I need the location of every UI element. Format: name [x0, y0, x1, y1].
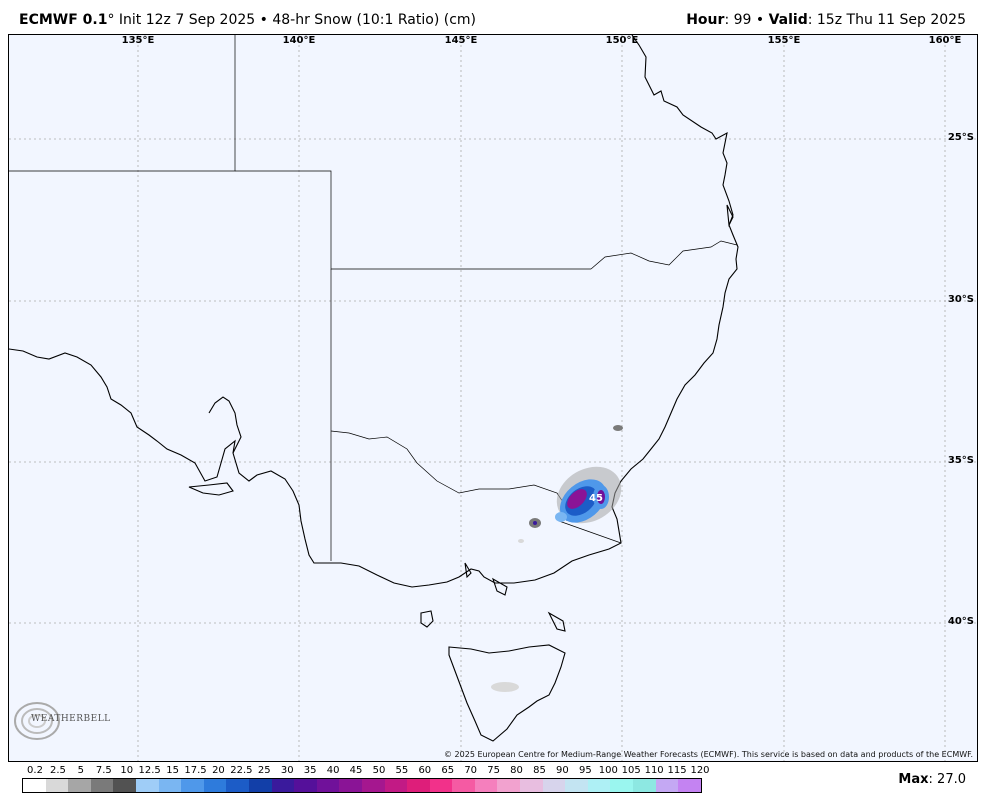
colorbar-swatch: [587, 779, 611, 792]
colorbar-swatch: [452, 779, 475, 792]
colorbar-label: 25: [257, 765, 271, 776]
lon-label-155: 155°E: [767, 35, 801, 46]
colorbar-swatch: [678, 779, 701, 792]
map-canvas: [9, 35, 977, 761]
coastline: [9, 35, 739, 742]
lat-label-30: 30°S: [947, 294, 974, 305]
ecmwf-credit: © 2025 European Centre for Medium-Range …: [444, 750, 973, 759]
colorbar-swatch: [520, 779, 543, 792]
colorbar-swatch: [655, 779, 679, 792]
colorbar-swatch: [248, 779, 272, 792]
lat-label-40: 40°S: [947, 616, 974, 627]
max-readout: Max: 27.0: [898, 772, 966, 787]
colorbar-swatch: [158, 779, 182, 792]
init-time: Init 12z 7 Sep 2025: [118, 12, 256, 28]
colorbar-label: 50: [372, 765, 386, 776]
colorbar-label: 10: [120, 765, 134, 776]
colorbar-label: 40: [326, 765, 340, 776]
weatherbell-logo: WEATHERBELL: [13, 699, 110, 747]
hour-value: : 99: [724, 12, 752, 28]
colorbar-label: 75: [487, 765, 500, 776]
colorbar-swatch: [271, 779, 295, 792]
colorbar-label: 7.5: [95, 765, 112, 776]
colorbar-swatch: [429, 779, 453, 792]
colorbar-swatch: [294, 779, 317, 792]
colorbar-label: 30: [280, 765, 294, 776]
map-panel: 135°E 140°E 145°E 150°E 155°E 160°E 25°S…: [8, 34, 978, 762]
colorbar-swatch: [497, 779, 521, 792]
lon-label-140: 140°E: [282, 35, 316, 46]
colorbar-swatch: [316, 779, 340, 792]
colorbar-label: 70: [464, 765, 478, 776]
colorbar-swatch: [565, 779, 588, 792]
colorbar-label: 115: [667, 765, 687, 776]
colorbar-swatch: [633, 779, 656, 792]
colorbar-label: 80: [510, 765, 523, 776]
colorbar-swatch: [181, 779, 204, 792]
colorbar-label: 60: [418, 765, 432, 776]
colorbar-swatch: [135, 779, 159, 792]
bullet-1: •: [259, 12, 268, 28]
colorbar-label: 22.5: [230, 765, 253, 776]
colorbar-swatch: [384, 779, 408, 792]
header-title: ECMWF 0.1° Init 12z 7 Sep 2025 • 48-hr S…: [19, 11, 476, 29]
colorbar-label: 5: [77, 765, 85, 776]
colorbar-label: 15: [166, 765, 179, 776]
colorbar-label: 45: [349, 765, 363, 776]
colorbar-swatch: [361, 779, 385, 792]
colorbar-swatch: [113, 779, 136, 792]
colorbar-label: 110: [644, 765, 664, 776]
max-label: Max: [898, 772, 929, 787]
colorbar-swatch: [610, 779, 634, 792]
lat-label-25: 25°S: [947, 132, 974, 143]
colorbar-label: 2.5: [49, 765, 66, 776]
colorbar-label: 85: [533, 765, 546, 776]
colorbar-swatch: [68, 779, 91, 792]
colorbar-swatch: [407, 779, 430, 792]
hour-label: Hour: [686, 12, 725, 28]
lon-label-135: 135°E: [121, 35, 155, 46]
colorbar-label: 90: [556, 765, 569, 776]
header-valid: Hour: 99 • Valid: 15z Thu 11 Sep 2025: [686, 11, 966, 29]
snow-cluster: [491, 425, 623, 692]
colorbar-label: 0.2: [27, 765, 43, 776]
colorbar-swatch: [474, 779, 498, 792]
colorbar-label: 105: [621, 765, 641, 776]
colorbar-swatch: [45, 779, 69, 792]
colorbar-label: 35: [303, 765, 317, 776]
valid-label: Valid: [768, 12, 808, 28]
colorbar-label: 55: [395, 765, 409, 776]
colorbar-label: 17.5: [184, 765, 207, 776]
state-borders: [9, 35, 738, 561]
bullet-2: •: [755, 12, 765, 28]
colorbar-swatch: [90, 779, 114, 792]
colorbar-label: 65: [441, 765, 455, 776]
colorbar-label: 120: [690, 765, 710, 776]
colorbar-swatch: [23, 779, 46, 792]
contour-label: 45: [589, 493, 603, 504]
logo-text: WEATHERBELL: [31, 714, 111, 724]
lat-label-35: 35°S: [947, 455, 974, 466]
lon-label-145: 145°E: [444, 35, 478, 46]
colorbar-swatch: [203, 779, 227, 792]
valid-value: : 15z Thu 11 Sep 2025: [807, 12, 966, 28]
colorbar-swatch: [542, 779, 566, 792]
colorbar-swatch: [226, 779, 249, 792]
colorbar-label: 95: [578, 765, 592, 776]
colorbar-label: 20: [212, 765, 225, 776]
product-name: 48-hr Snow (10:1 Ratio) (cm): [272, 12, 476, 28]
colorbar-swatch: [339, 779, 362, 792]
colorbar: [22, 778, 702, 793]
model-name: ECMWF 0.1: [19, 12, 108, 28]
colorbar-label: 100: [598, 765, 618, 776]
degree-mark: °: [107, 12, 115, 28]
colorbar-label: 12.5: [138, 765, 161, 776]
lon-label-150: 150°E: [605, 35, 639, 46]
max-value: : 27.0: [928, 772, 966, 787]
lon-label-160: 160°E: [928, 35, 962, 46]
